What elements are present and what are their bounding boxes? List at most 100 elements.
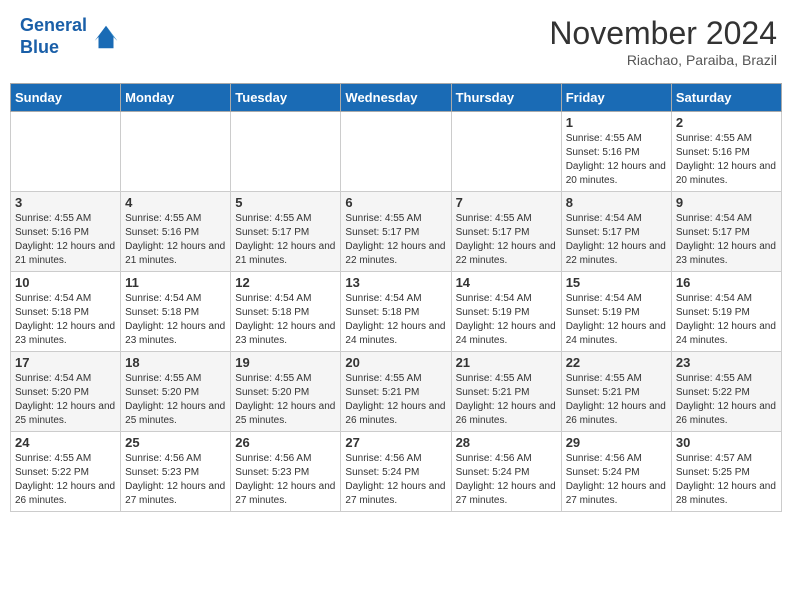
title-section: November 2024 Riachao, Paraiba, Brazil: [549, 15, 777, 68]
day-info: Sunrise: 4:55 AM Sunset: 5:16 PM Dayligh…: [125, 212, 226, 268]
day-info: Sunrise: 4:54 AM Sunset: 5:17 PM Dayligh…: [676, 212, 777, 268]
day-info: Sunrise: 4:56 AM Sunset: 5:24 PM Dayligh…: [566, 452, 667, 508]
calendar-cell: 17Sunrise: 4:54 AM Sunset: 5:20 PM Dayli…: [11, 352, 121, 432]
day-info: Sunrise: 4:54 AM Sunset: 5:18 PM Dayligh…: [345, 292, 446, 348]
calendar-cell: 25 Sunrise: 4:56 AM Sunset: 5:23 PM Dayli…: [121, 432, 231, 512]
calendar-cell: 2Sunrise: 4:55 AM Sunset: 5:16 PM Daylig…: [671, 112, 781, 192]
calendar-cell: 28Sunrise: 4:56 AM Sunset: 5:24 PM Dayli…: [451, 432, 561, 512]
day-number: 12: [235, 275, 336, 290]
day-header-tuesday: Tuesday: [231, 84, 341, 112]
calendar-cell: 27Sunrise: 4:56 AM Sunset: 5:24 PM Dayli…: [341, 432, 451, 512]
calendar-cell: [341, 112, 451, 192]
calendar-week-2: 3 Sunrise: 4:55 AM Sunset: 5:16 PM Daylig…: [11, 192, 782, 272]
calendar-cell: 20 Sunrise: 4:55 AM Sunset: 5:21 PM Dayli…: [341, 352, 451, 432]
day-header-friday: Friday: [561, 84, 671, 112]
calendar-cell: [11, 112, 121, 192]
calendar-cell: 22 Sunrise: 4:55 AM Sunset: 5:21 PM Dayli…: [561, 352, 671, 432]
day-number: 25: [125, 435, 226, 450]
calendar-cell: 12 Sunrise: 4:54 AM Sunset: 5:18 PM Dayli…: [231, 272, 341, 352]
day-number: 18: [125, 355, 226, 370]
day-number: 3: [15, 195, 116, 210]
calendar-cell: 9Sunrise: 4:54 AM Sunset: 5:17 PM Daylig…: [671, 192, 781, 272]
logo-icon: [91, 22, 121, 52]
day-number: 1: [566, 115, 667, 130]
day-info: Sunrise: 4:56 AM Sunset: 5:24 PM Dayligh…: [456, 452, 557, 508]
calendar-table: SundayMondayTuesdayWednesdayThursdayFrid…: [10, 83, 782, 512]
calendar-cell: [451, 112, 561, 192]
calendar-cell: 7 Sunrise: 4:55 AM Sunset: 5:17 PM Daylig…: [451, 192, 561, 272]
day-info: Sunrise: 4:55 AM Sunset: 5:17 PM Dayligh…: [345, 212, 446, 268]
calendar-cell: 3 Sunrise: 4:55 AM Sunset: 5:16 PM Daylig…: [11, 192, 121, 272]
day-header-wednesday: Wednesday: [341, 84, 451, 112]
calendar-cell: 8 Sunrise: 4:54 AM Sunset: 5:17 PM Daylig…: [561, 192, 671, 272]
calendar-cell: 18 Sunrise: 4:55 AM Sunset: 5:20 PM Dayli…: [121, 352, 231, 432]
day-info: Sunrise: 4:55 AM Sunset: 5:21 PM Dayligh…: [345, 372, 446, 428]
day-info: Sunrise: 4:55 AM Sunset: 5:22 PM Dayligh…: [15, 452, 116, 508]
calendar-week-5: 24 Sunrise: 4:55 AM Sunset: 5:22 PM Dayli…: [11, 432, 782, 512]
day-number: 24: [15, 435, 116, 450]
day-number: 17: [15, 355, 116, 370]
calendar-cell: 30Sunrise: 4:57 AM Sunset: 5:25 PM Dayli…: [671, 432, 781, 512]
day-info: Sunrise: 4:56 AM Sunset: 5:23 PM Dayligh…: [125, 452, 226, 508]
day-info: Sunrise: 4:54 AM Sunset: 5:19 PM Dayligh…: [676, 292, 777, 348]
day-info: Sunrise: 4:54 AM Sunset: 5:19 PM Dayligh…: [456, 292, 557, 348]
day-info: Sunrise: 4:55 AM Sunset: 5:22 PM Dayligh…: [676, 372, 777, 428]
calendar-cell: 16 Sunrise: 4:54 AM Sunset: 5:19 PM Dayli…: [671, 272, 781, 352]
day-number: 26: [235, 435, 336, 450]
calendar-week-1: 1 Sunrise: 4:55 AM Sunset: 5:16 PM Daylig…: [11, 112, 782, 192]
day-info: Sunrise: 4:57 AM Sunset: 5:25 PM Dayligh…: [676, 452, 777, 508]
day-info: Sunrise: 4:55 AM Sunset: 5:17 PM Dayligh…: [235, 212, 336, 268]
day-number: 19: [235, 355, 336, 370]
day-number: 6: [345, 195, 446, 210]
day-info: Sunrise: 4:55 AM Sunset: 5:21 PM Dayligh…: [566, 372, 667, 428]
day-number: 14: [456, 275, 557, 290]
calendar-cell: 10Sunrise: 4:54 AM Sunset: 5:18 PM Dayli…: [11, 272, 121, 352]
calendar-cell: 6 Sunrise: 4:55 AM Sunset: 5:17 PM Daylig…: [341, 192, 451, 272]
day-info: Sunrise: 4:55 AM Sunset: 5:20 PM Dayligh…: [125, 372, 226, 428]
calendar-cell: 26 Sunrise: 4:56 AM Sunset: 5:23 PM Dayli…: [231, 432, 341, 512]
day-info: Sunrise: 4:54 AM Sunset: 5:17 PM Dayligh…: [566, 212, 667, 268]
day-info: Sunrise: 4:55 AM Sunset: 5:16 PM Dayligh…: [566, 132, 667, 188]
day-number: 21: [456, 355, 557, 370]
calendar-cell: 29 Sunrise: 4:56 AM Sunset: 5:24 PM Dayli…: [561, 432, 671, 512]
month-title: November 2024: [549, 15, 777, 52]
calendar-cell: 4 Sunrise: 4:55 AM Sunset: 5:16 PM Daylig…: [121, 192, 231, 272]
day-number: 29: [566, 435, 667, 450]
day-number: 8: [566, 195, 667, 210]
calendar-cell: [231, 112, 341, 192]
calendar-header-row: SundayMondayTuesdayWednesdayThursdayFrid…: [11, 84, 782, 112]
day-number: 22: [566, 355, 667, 370]
page-header: General Blue November 2024 Riachao, Para…: [10, 10, 782, 73]
calendar-week-3: 10 Sunrise: 4:54 AM Sunset: 5:18 PM Dayli…: [11, 272, 782, 352]
day-number: 20: [345, 355, 446, 370]
logo-text: General Blue: [20, 15, 87, 58]
calendar-cell: 14 Sunrise: 4:54 AM Sunset: 5:19 PM Dayli…: [451, 272, 561, 352]
day-header-monday: Monday: [121, 84, 231, 112]
location-subtitle: Riachao, Paraiba, Brazil: [549, 52, 777, 68]
calendar-cell: 21 Sunrise: 4:55 AM Sunset: 5:21 PM Dayli…: [451, 352, 561, 432]
calendar-cell: 15Sunrise: 4:54 AM Sunset: 5:19 PM Dayli…: [561, 272, 671, 352]
calendar-cell: 24 Sunrise: 4:55 AM Sunset: 5:22 PM Dayli…: [11, 432, 121, 512]
calendar-cell: 19Sunrise: 4:55 AM Sunset: 5:20 PM Dayli…: [231, 352, 341, 432]
day-number: 10: [15, 275, 116, 290]
calendar-cell: 23 Sunrise: 4:55 AM Sunset: 5:22 PM Dayli…: [671, 352, 781, 432]
day-number: 11: [125, 275, 226, 290]
day-info: Sunrise: 4:55 AM Sunset: 5:21 PM Dayligh…: [456, 372, 557, 428]
calendar-cell: 11Sunrise: 4:54 AM Sunset: 5:18 PM Dayli…: [121, 272, 231, 352]
day-info: Sunrise: 4:54 AM Sunset: 5:18 PM Dayligh…: [235, 292, 336, 348]
day-number: 7: [456, 195, 557, 210]
day-info: Sunrise: 4:56 AM Sunset: 5:23 PM Dayligh…: [235, 452, 336, 508]
day-header-saturday: Saturday: [671, 84, 781, 112]
day-header-thursday: Thursday: [451, 84, 561, 112]
day-info: Sunrise: 4:55 AM Sunset: 5:17 PM Dayligh…: [456, 212, 557, 268]
day-number: 5: [235, 195, 336, 210]
day-info: Sunrise: 4:55 AM Sunset: 5:16 PM Dayligh…: [15, 212, 116, 268]
calendar-cell: 13 Sunrise: 4:54 AM Sunset: 5:18 PM Dayli…: [341, 272, 451, 352]
day-number: 4: [125, 195, 226, 210]
day-number: 16: [676, 275, 777, 290]
day-number: 15: [566, 275, 667, 290]
day-number: 13: [345, 275, 446, 290]
calendar-cell: 5 Sunrise: 4:55 AM Sunset: 5:17 PM Daylig…: [231, 192, 341, 272]
day-number: 23: [676, 355, 777, 370]
day-info: Sunrise: 4:55 AM Sunset: 5:16 PM Dayligh…: [676, 132, 777, 188]
